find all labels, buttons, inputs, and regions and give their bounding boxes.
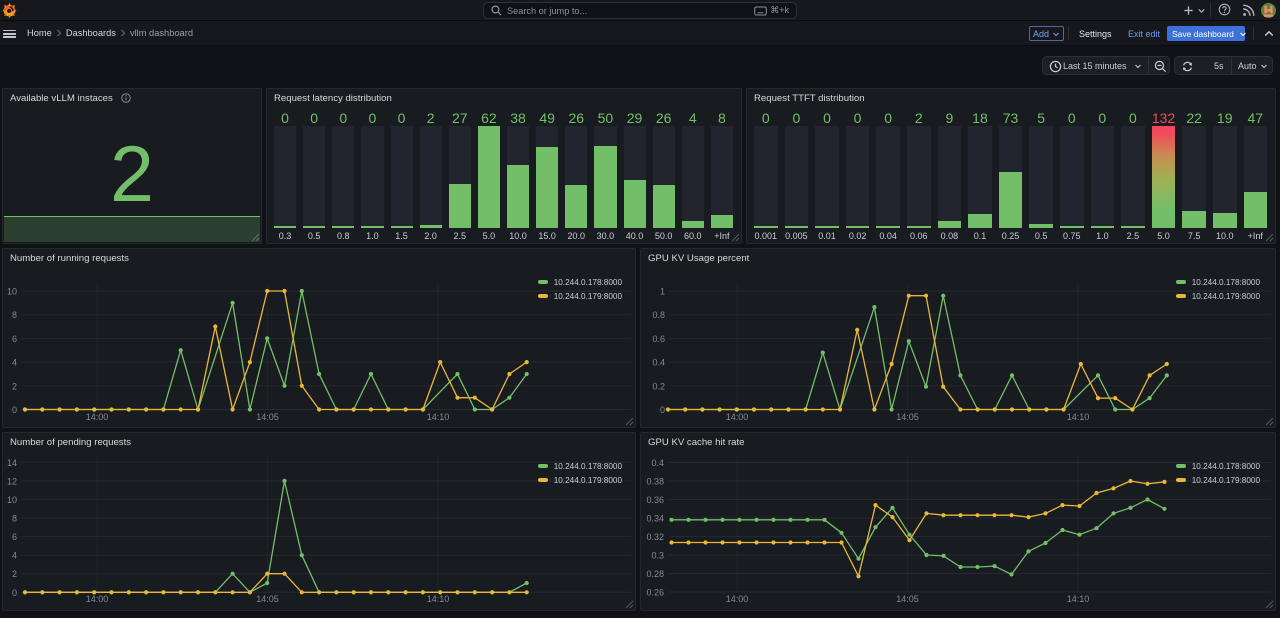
svg-text:6: 6: [12, 334, 17, 344]
svg-text:4: 4: [12, 358, 17, 368]
svg-text:14:00: 14:00: [726, 594, 749, 604]
svg-text:14:10: 14:10: [427, 412, 450, 422]
svg-text:8: 8: [12, 310, 17, 320]
svg-text:14:10: 14:10: [1067, 594, 1090, 604]
svg-text:0.8: 0.8: [652, 310, 665, 320]
svg-text:6: 6: [12, 532, 17, 542]
svg-text:14:05: 14:05: [896, 594, 919, 604]
svg-text:0.4: 0.4: [652, 358, 665, 368]
svg-text:14:00: 14:00: [726, 412, 749, 422]
svg-text:14:00: 14:00: [86, 594, 109, 604]
svg-text:2: 2: [12, 381, 17, 391]
svg-text:14:05: 14:05: [256, 594, 279, 604]
svg-text:0.38: 0.38: [646, 477, 664, 487]
svg-text:2: 2: [12, 569, 17, 579]
svg-text:0.28: 0.28: [646, 569, 664, 579]
svg-text:12: 12: [7, 476, 17, 486]
svg-text:14:05: 14:05: [896, 412, 919, 422]
svg-text:0.32: 0.32: [646, 532, 664, 542]
svg-text:10: 10: [7, 495, 17, 505]
svg-text:0.36: 0.36: [646, 495, 664, 505]
svg-text:4: 4: [12, 551, 17, 561]
svg-text:0.2: 0.2: [652, 381, 665, 391]
svg-text:0.34: 0.34: [646, 514, 664, 524]
svg-text:14:10: 14:10: [427, 594, 450, 604]
svg-text:14:00: 14:00: [86, 412, 109, 422]
svg-text:14: 14: [7, 458, 17, 468]
svg-text:0: 0: [660, 405, 665, 415]
svg-text:0.26: 0.26: [646, 588, 664, 598]
svg-text:0: 0: [12, 588, 17, 598]
svg-text:0.3: 0.3: [651, 551, 664, 561]
svg-text:14:10: 14:10: [1067, 412, 1090, 422]
svg-text:0.4: 0.4: [651, 458, 664, 468]
svg-text:0.6: 0.6: [652, 334, 665, 344]
svg-text:8: 8: [12, 514, 17, 524]
svg-text:10: 10: [7, 287, 17, 297]
svg-text:1: 1: [660, 287, 665, 297]
svg-text:14:05: 14:05: [256, 412, 279, 422]
svg-text:0: 0: [12, 405, 17, 415]
